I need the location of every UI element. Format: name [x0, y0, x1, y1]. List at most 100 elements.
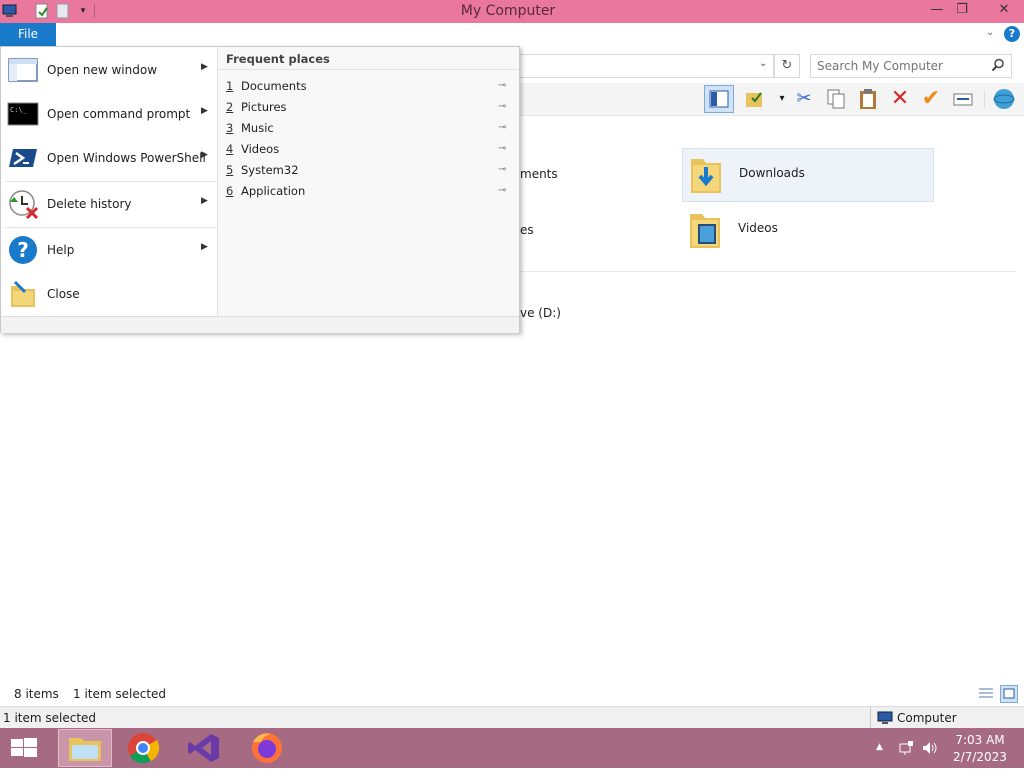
help-icon: ? — [9, 236, 37, 264]
visual-studio-icon — [188, 734, 219, 762]
view-dropdown-icon[interactable]: ▾ — [771, 88, 793, 110]
search-input[interactable] — [815, 57, 989, 75]
delete-history-icon — [9, 190, 39, 220]
menu-item-open-new-window[interactable]: Open new window ▶ — [1, 48, 217, 92]
taskbar-visual-studio[interactable] — [183, 730, 227, 766]
folder-tile-downloads[interactable]: Downloads — [682, 148, 934, 202]
svg-text:C:\_: C:\_ — [10, 106, 28, 114]
pin-icon[interactable]: ⊸ — [498, 80, 506, 91]
folder-label: Videos — [738, 221, 778, 235]
taskbar: ▲ 7:03 AM 2/7/2023 — [0, 728, 1024, 768]
restore-button[interactable]: ❐ — [947, 0, 977, 22]
window-title: My Computer — [460, 3, 556, 19]
volume-icon[interactable] — [921, 740, 937, 756]
computer-zone-icon — [877, 711, 893, 724]
menu-item-label: Open Windows PowerShell — [47, 151, 206, 165]
menu-item-label: Open command prompt — [47, 107, 191, 121]
videos-folder-icon — [690, 214, 720, 248]
rename-icon[interactable] — [952, 88, 974, 110]
clock-time[interactable]: 7:03 AM — [950, 733, 1010, 747]
details-view-icon[interactable] — [978, 686, 994, 700]
menu-item-label: Close — [47, 287, 80, 301]
network-icon[interactable] — [898, 740, 914, 756]
place-label: Music — [241, 121, 274, 135]
divider — [870, 707, 871, 729]
frequent-places-panel: Frequent places 1 Documents ⊸ 2 Pictures… — [218, 47, 519, 316]
folder-label: Downloads — [739, 166, 805, 180]
pin-icon[interactable]: ⊸ — [498, 164, 506, 175]
file-explorer-icon — [69, 738, 101, 761]
frequent-places-header: Frequent places — [226, 52, 330, 66]
frequent-place-item[interactable]: 1 Documents ⊸ — [226, 76, 516, 96]
large-icons-view-icon[interactable] — [1000, 685, 1018, 703]
menu-item-delete-history[interactable]: Delete history ▶ — [1, 182, 217, 226]
search-box[interactable] — [810, 54, 1012, 78]
menu-item-help[interactable]: ? Help ▶ — [1, 228, 217, 272]
close-button[interactable]: ✕ — [986, 0, 1022, 22]
taskbar-chrome[interactable] — [121, 730, 165, 766]
check-icon[interactable]: ✔ — [920, 88, 942, 110]
copy-icon[interactable] — [825, 88, 847, 110]
place-number: 2 — [226, 100, 234, 114]
submenu-arrow-icon: ▶ — [201, 242, 208, 252]
search-icon[interactable] — [991, 58, 1005, 72]
title-bar: ▾ My Computer — ❐ ✕ — [0, 0, 1024, 23]
window-icon — [8, 58, 38, 82]
file-tab[interactable]: File — [0, 23, 56, 46]
place-number: 1 — [226, 79, 234, 93]
place-number: 3 — [226, 121, 234, 135]
cut-icon[interactable]: ✂ — [793, 88, 815, 110]
place-label: Videos — [241, 142, 280, 156]
taskbar-firefox[interactable] — [245, 730, 289, 766]
downloads-folder-icon — [691, 159, 721, 193]
folder-tile-videos[interactable]: Videos — [682, 204, 932, 256]
submenu-arrow-icon: ▶ — [201, 196, 208, 206]
place-label: System32 — [241, 163, 299, 177]
taskbar-file-explorer[interactable] — [58, 729, 112, 767]
frequent-place-item[interactable]: 6 Application ⊸ — [226, 181, 516, 201]
menu-item-label: Open new window — [47, 63, 158, 77]
submenu-arrow-icon: ▶ — [201, 106, 208, 116]
start-button[interactable] — [2, 730, 46, 766]
divider — [984, 90, 985, 108]
frequent-place-item[interactable]: 2 Pictures ⊸ — [226, 97, 516, 117]
address-dropdown-icon[interactable]: ⌄ — [759, 58, 767, 69]
submenu-arrow-icon: ▶ — [201, 150, 208, 160]
delete-icon[interactable]: ✕ — [889, 88, 911, 110]
partial-label-pictures: es — [520, 223, 534, 237]
frequent-place-item[interactable]: 4 Videos ⊸ — [226, 139, 516, 159]
firefox-icon — [252, 733, 282, 763]
clock-date[interactable]: 2/7/2023 — [950, 750, 1010, 764]
items-count: 8 items — [14, 687, 59, 701]
close-folder-icon — [11, 280, 35, 307]
pin-icon[interactable]: ⊸ — [498, 143, 506, 154]
menu-item-open-command-prompt[interactable]: C:\_ Open command prompt ▶ — [1, 92, 217, 136]
expand-ribbon-icon[interactable]: ⌄ — [986, 27, 994, 38]
cmd-icon: C:\_ — [7, 102, 39, 126]
show-hidden-icons[interactable]: ▲ — [876, 742, 883, 752]
bottom-selected-count: 1 item selected — [3, 711, 97, 725]
place-number: 5 — [226, 163, 234, 177]
address-bar[interactable]: ⌄ — [500, 54, 774, 78]
pin-icon[interactable]: ⊸ — [498, 185, 506, 196]
svg-text:?: ? — [17, 238, 29, 262]
header-divider — [218, 69, 519, 70]
pin-icon[interactable]: ⊸ — [498, 122, 506, 133]
file-menu-commands: Open new window ▶ C:\_ Open command prom… — [1, 47, 218, 316]
network-globe-icon[interactable] — [990, 88, 1018, 110]
menu-item-open-powershell[interactable]: Open Windows PowerShell ▶ — [1, 136, 217, 180]
pin-icon[interactable]: ⊸ — [498, 101, 506, 112]
paste-icon[interactable] — [857, 88, 879, 110]
file-menu: Open new window ▶ C:\_ Open command prom… — [0, 46, 520, 333]
select-folder-icon[interactable] — [744, 88, 766, 110]
chrome-icon — [128, 733, 160, 764]
refresh-icon[interactable]: ↻ — [774, 54, 800, 78]
selected-count: 1 item selected — [73, 687, 167, 701]
help-icon[interactable]: ? — [1004, 26, 1020, 42]
menu-item-close[interactable]: Close — [1, 272, 217, 316]
frequent-place-item[interactable]: 5 System32 ⊸ — [226, 160, 516, 180]
partial-label-documents: ments — [520, 167, 558, 181]
file-menu-footer — [1, 316, 519, 333]
preview-pane-icon[interactable] — [704, 85, 734, 113]
frequent-place-item[interactable]: 3 Music ⊸ — [226, 118, 516, 138]
